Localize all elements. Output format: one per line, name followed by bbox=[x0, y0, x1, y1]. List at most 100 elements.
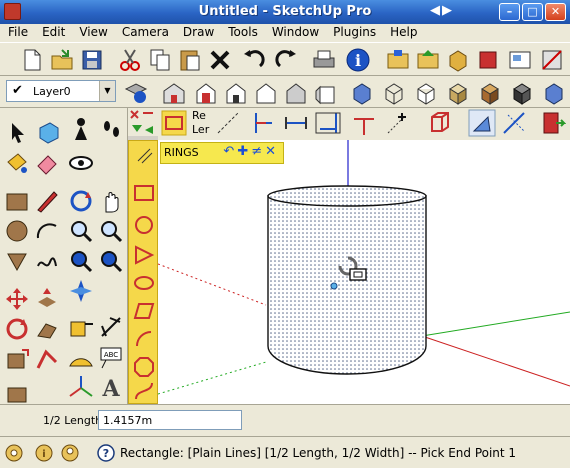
menu-camera[interactable]: Camera bbox=[116, 24, 177, 42]
shaded-icon[interactable] bbox=[444, 79, 472, 107]
hidden-line-icon[interactable] bbox=[412, 79, 440, 107]
line-pencil-icon[interactable] bbox=[32, 186, 62, 216]
measurement-input[interactable]: 1.4157m bbox=[98, 410, 242, 430]
push-pull-icon[interactable] bbox=[32, 284, 62, 314]
draw-parallelogram-icon[interactable] bbox=[132, 299, 156, 323]
tape-measure-icon[interactable] bbox=[66, 312, 96, 342]
nav-arrows-icon[interactable]: ◀▶ bbox=[430, 3, 454, 18]
geolocation-icon[interactable] bbox=[4, 443, 24, 463]
wireframe-icon[interactable] bbox=[380, 79, 408, 107]
rings-toolbar[interactable]: RINGS ↶✚≠✕ bbox=[160, 142, 284, 164]
style-builder-icon[interactable] bbox=[538, 46, 566, 74]
circle-icon[interactable] bbox=[2, 216, 32, 246]
menu-help[interactable]: Help bbox=[384, 24, 425, 42]
add-point-icon[interactable] bbox=[384, 109, 412, 137]
right-view-icon[interactable] bbox=[252, 79, 280, 107]
menu-draw[interactable]: Draw bbox=[177, 24, 222, 42]
make-component-icon[interactable] bbox=[32, 118, 62, 148]
cross-axis-icon[interactable] bbox=[500, 109, 528, 137]
eraser-icon[interactable] bbox=[32, 148, 62, 178]
draw-curve-icon[interactable] bbox=[132, 379, 156, 403]
undo-icon[interactable] bbox=[240, 46, 268, 74]
components-icon[interactable] bbox=[444, 46, 472, 74]
erase-icon[interactable] bbox=[206, 46, 234, 74]
signin-icon[interactable] bbox=[60, 443, 80, 463]
draw-triangle-icon[interactable] bbox=[132, 243, 156, 267]
chevron-down-icon[interactable]: ▼ bbox=[99, 81, 115, 101]
align-left-icon[interactable] bbox=[250, 109, 278, 137]
draw-circle-icon[interactable] bbox=[132, 213, 156, 237]
save-icon[interactable] bbox=[78, 46, 106, 74]
menu-tools[interactable]: Tools bbox=[222, 24, 266, 42]
xray-icon[interactable] bbox=[348, 79, 376, 107]
menu-file[interactable]: File bbox=[2, 24, 36, 42]
menu-view[interactable]: View bbox=[73, 24, 115, 42]
help-icon[interactable]: ? bbox=[96, 443, 116, 463]
layer-manager-icon[interactable] bbox=[122, 79, 150, 107]
polygon-icon[interactable] bbox=[2, 246, 32, 276]
print-icon[interactable] bbox=[310, 46, 338, 74]
look-around-icon[interactable] bbox=[66, 148, 96, 178]
warehouse-share-icon[interactable] bbox=[414, 46, 442, 74]
follow-me-icon[interactable] bbox=[32, 314, 62, 344]
close-button[interactable]: ✕ bbox=[545, 3, 566, 21]
model-viewport[interactable] bbox=[158, 140, 570, 404]
pan-hand-icon[interactable] bbox=[96, 186, 126, 216]
redo-icon[interactable] bbox=[272, 46, 300, 74]
exit-door-icon[interactable] bbox=[538, 109, 567, 137]
front-view-icon[interactable] bbox=[222, 79, 250, 107]
back-view-icon[interactable] bbox=[282, 79, 310, 107]
axes-icon[interactable] bbox=[66, 372, 96, 402]
footprints-icon[interactable] bbox=[96, 114, 126, 144]
bounding-box-icon[interactable] bbox=[426, 109, 454, 137]
zoom-extents-icon[interactable] bbox=[96, 246, 126, 276]
new-file-icon[interactable] bbox=[18, 46, 46, 74]
draw-rectangle-icon[interactable] bbox=[132, 181, 156, 205]
display-section-icon[interactable] bbox=[540, 79, 568, 107]
warehouse-get-icon[interactable] bbox=[384, 46, 412, 74]
offset-icon[interactable] bbox=[32, 344, 62, 374]
select-axis-icon[interactable] bbox=[468, 109, 496, 137]
dimension-icon[interactable] bbox=[96, 312, 126, 342]
align-right-icon[interactable] bbox=[314, 109, 342, 137]
position-camera-icon[interactable] bbox=[66, 276, 96, 306]
monochrome-icon[interactable] bbox=[508, 79, 536, 107]
protractor-icon[interactable] bbox=[66, 342, 96, 372]
draw-ellipse-icon[interactable] bbox=[132, 271, 156, 295]
align-bottom-icon[interactable] bbox=[350, 109, 378, 137]
layout-icon[interactable] bbox=[506, 46, 534, 74]
scale-icon[interactable] bbox=[2, 344, 32, 374]
draw-arc-icon[interactable] bbox=[132, 327, 156, 351]
3d-text-icon[interactable]: A bbox=[96, 372, 126, 402]
rectangle-icon[interactable] bbox=[2, 186, 32, 216]
shaded-textures-icon[interactable] bbox=[476, 79, 504, 107]
freehand-icon[interactable] bbox=[32, 246, 62, 276]
model-info-icon[interactable]: i bbox=[344, 46, 372, 74]
text-label-icon[interactable]: ABC bbox=[96, 342, 126, 372]
layer-select[interactable]: ✔ Layer0 ▼ bbox=[6, 80, 116, 102]
iso-view-icon[interactable] bbox=[160, 79, 188, 107]
rings-actions-icon[interactable]: ↶✚≠✕ bbox=[223, 144, 279, 159]
arc-icon[interactable] bbox=[32, 216, 62, 246]
draw-octagon-icon[interactable] bbox=[132, 355, 156, 379]
rotate-icon[interactable] bbox=[2, 314, 32, 344]
left-view-icon[interactable] bbox=[312, 79, 340, 107]
zoom-icon[interactable] bbox=[66, 216, 96, 246]
menu-plugins[interactable]: Plugins bbox=[327, 24, 384, 42]
maximize-button[interactable]: □ bbox=[522, 3, 543, 21]
paste-icon[interactable] bbox=[176, 46, 204, 74]
orbit-person-icon[interactable] bbox=[66, 114, 96, 144]
minimize-button[interactable]: – bbox=[499, 3, 520, 21]
cut-icon[interactable] bbox=[116, 46, 144, 74]
select-arrow-icon[interactable] bbox=[2, 118, 32, 148]
rectangle-plugin-icon[interactable] bbox=[160, 109, 188, 137]
move-icon[interactable] bbox=[2, 284, 32, 314]
align-mid-icon[interactable] bbox=[282, 109, 310, 137]
open-file-icon[interactable] bbox=[48, 46, 76, 74]
zoom-previous-icon[interactable] bbox=[66, 246, 96, 276]
credits-icon[interactable]: i bbox=[34, 443, 54, 463]
menu-window[interactable]: Window bbox=[266, 24, 327, 42]
zoom-window-icon[interactable] bbox=[96, 216, 126, 246]
top-view-icon[interactable] bbox=[192, 79, 220, 107]
orbit-icon[interactable] bbox=[66, 186, 96, 216]
